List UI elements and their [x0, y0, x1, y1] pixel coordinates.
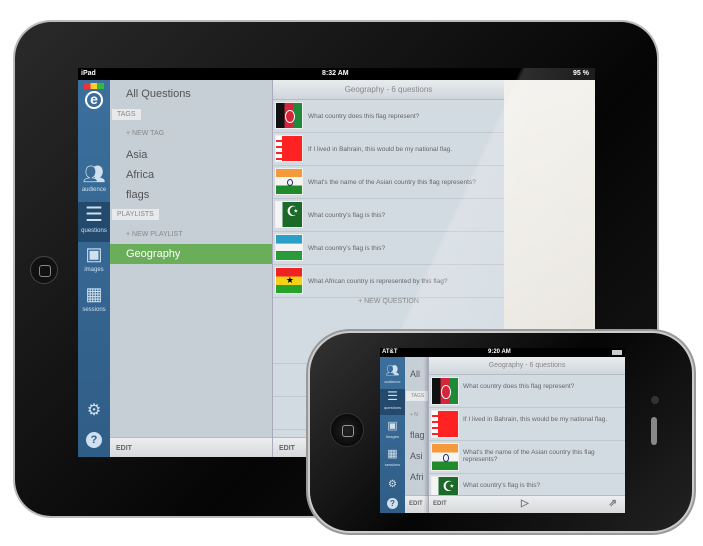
menu-panel: All Questions TAGS + NEW TAG Asia Africa…	[110, 80, 272, 457]
question-text: If I lived in Bahrain, this would be my …	[463, 416, 608, 423]
question-text: What country's flag is this?	[463, 482, 541, 489]
tag-item[interactable]: Afri	[410, 472, 424, 482]
status-bar: AT&T 9:20 AM	[380, 348, 625, 357]
list-icon: ☰	[85, 204, 103, 226]
question-text: What country does this flag represent?	[308, 112, 420, 120]
people-icon: 👥︎	[385, 365, 400, 377]
rail-questions[interactable]: ☰ questions	[380, 389, 405, 415]
rail-label: questions	[383, 405, 402, 410]
rail-label: sessions	[384, 462, 401, 467]
tag-item[interactable]: flags	[126, 189, 149, 201]
iphone-speaker	[651, 417, 657, 445]
question-row[interactable]: What's the name of the Asian country thi…	[273, 166, 504, 199]
list-header: Geography - 6 questions	[429, 357, 625, 375]
share-icon[interactable]: ⇗	[609, 498, 617, 509]
clock: 8:32 AM	[322, 70, 349, 77]
question-text: What country's flag is this?	[308, 244, 386, 252]
question-text: What African country is represented by t…	[308, 277, 448, 285]
list-edit-button[interactable]: EDIT	[433, 501, 447, 507]
bahrain-flag-image	[275, 135, 303, 162]
rail-images[interactable]: ▣ images	[380, 419, 405, 439]
status-bar: iPad 8:32 AM 95 %	[78, 68, 595, 80]
question-text: What's the name of the Asian country thi…	[463, 449, 595, 463]
tags-section-label: TAGS	[112, 109, 141, 120]
rail-label: audience	[81, 187, 107, 193]
tag-item[interactable]: Asia	[126, 149, 147, 161]
play-icon[interactable]: ▷	[521, 498, 529, 509]
list-toolbar: EDIT ▷ ⇗	[429, 495, 625, 513]
playlists-section-label: PLAYLISTS	[112, 209, 159, 220]
ghana-flag-image	[275, 267, 303, 294]
battery: 95 %	[573, 70, 589, 77]
question-row[interactable]: What African country is represented by t…	[273, 265, 504, 298]
tags-section-label: TAGS	[406, 391, 430, 401]
playlist-item-selected[interactable]: Geography	[110, 244, 272, 264]
battery-icon	[612, 350, 622, 355]
all-questions-item[interactable]: All Questions	[126, 88, 191, 100]
carrier: AT&T	[382, 349, 398, 355]
iphone-screen: AT&T 9:20 AM 👥︎ audience ☰ questions ▣ imag…	[380, 348, 625, 513]
all-questions-item[interactable]: All	[410, 369, 420, 379]
gear-icon[interactable]: ⚙	[78, 400, 110, 420]
uzbekistan-flag-image	[275, 234, 303, 261]
question-text: If I lived in Bahrain, this would be my …	[308, 145, 453, 153]
question-row[interactable]: If I lived in Bahrain, this would be my …	[273, 133, 504, 166]
calendar-icon: ▦	[387, 448, 398, 460]
calendar-icon: ▦	[85, 284, 103, 304]
question-row[interactable]: What's the name of the Asian country thi…	[429, 441, 625, 474]
menu-edit-button[interactable]: EDIT	[110, 437, 272, 457]
app-logo: e	[83, 83, 105, 111]
question-text: What's the name of the Asian country thi…	[308, 178, 476, 186]
india-flag-image	[275, 168, 303, 195]
new-question-button[interactable]: + NEW QUESTION	[273, 298, 504, 305]
rail-label: images	[84, 267, 104, 273]
rail-questions[interactable]: ☰ questions	[78, 202, 110, 242]
pakistan-flag-image	[275, 201, 303, 228]
rail-audience[interactable]: 👥︎ audience	[380, 364, 405, 384]
rail-label: questions	[81, 228, 107, 234]
help-icon[interactable]: ?	[86, 432, 102, 448]
rail-images[interactable]: ▣ images	[78, 244, 110, 280]
question-row[interactable]: If I lived in Bahrain, this would be my …	[429, 408, 625, 441]
ipad-home-button[interactable]	[30, 256, 58, 284]
list-header: Geography - 6 questions	[273, 80, 504, 100]
new-tag-button[interactable]: + N	[410, 412, 418, 418]
question-list: Geography - 6 questions What country doe…	[428, 357, 625, 513]
question-row[interactable]: What country does this flag represent?	[273, 100, 504, 133]
bahrain-flag-image	[431, 410, 459, 438]
rail-label: audience	[384, 379, 401, 384]
rail-label: images	[386, 434, 399, 439]
question-row[interactable]: What country's flag is this?	[273, 199, 504, 232]
tag-item[interactable]: Africa	[126, 169, 154, 181]
question-text: What country does this flag represent?	[463, 383, 575, 390]
rail-sessions[interactable]: ▦ sessions	[78, 284, 110, 320]
question-row[interactable]: What country does this flag represent?	[429, 375, 625, 408]
new-playlist-button[interactable]: + NEW PLAYLIST	[126, 231, 182, 238]
question-row[interactable]: What country's flag is this?	[273, 232, 504, 265]
list-icon: ☰	[387, 389, 398, 403]
images-icon: ▣	[387, 420, 398, 432]
rail-label: sessions	[82, 307, 106, 313]
tag-item[interactable]: flag	[410, 430, 425, 440]
india-flag-image	[431, 443, 459, 471]
afghanistan-flag-image	[431, 377, 459, 405]
carrier: iPad	[81, 70, 96, 77]
iphone-camera	[651, 396, 659, 404]
menu-edit-button[interactable]: EDIT	[405, 495, 430, 513]
people-icon: 👥︎	[82, 164, 106, 184]
tag-item[interactable]: Asi	[410, 451, 423, 461]
rail-sessions[interactable]: ▦ sessions	[380, 447, 405, 467]
nav-rail: e 👥︎ audience ☰ questions ▣ images ▦ session…	[78, 80, 110, 457]
images-icon: ▣	[85, 244, 103, 264]
rail-audience[interactable]: 👥︎ audience	[78, 164, 110, 200]
nav-rail: 👥︎ audience ☰ questions ▣ images ▦ sessions …	[380, 357, 405, 513]
iphone-home-button[interactable]	[330, 413, 364, 447]
new-tag-button[interactable]: + NEW TAG	[126, 130, 164, 137]
gear-icon[interactable]: ⚙	[380, 479, 405, 490]
question-text: What country's flag is this?	[308, 211, 386, 219]
afghanistan-flag-image	[275, 102, 303, 129]
clock: 9:20 AM	[488, 349, 511, 355]
help-icon[interactable]: ?	[387, 498, 398, 509]
